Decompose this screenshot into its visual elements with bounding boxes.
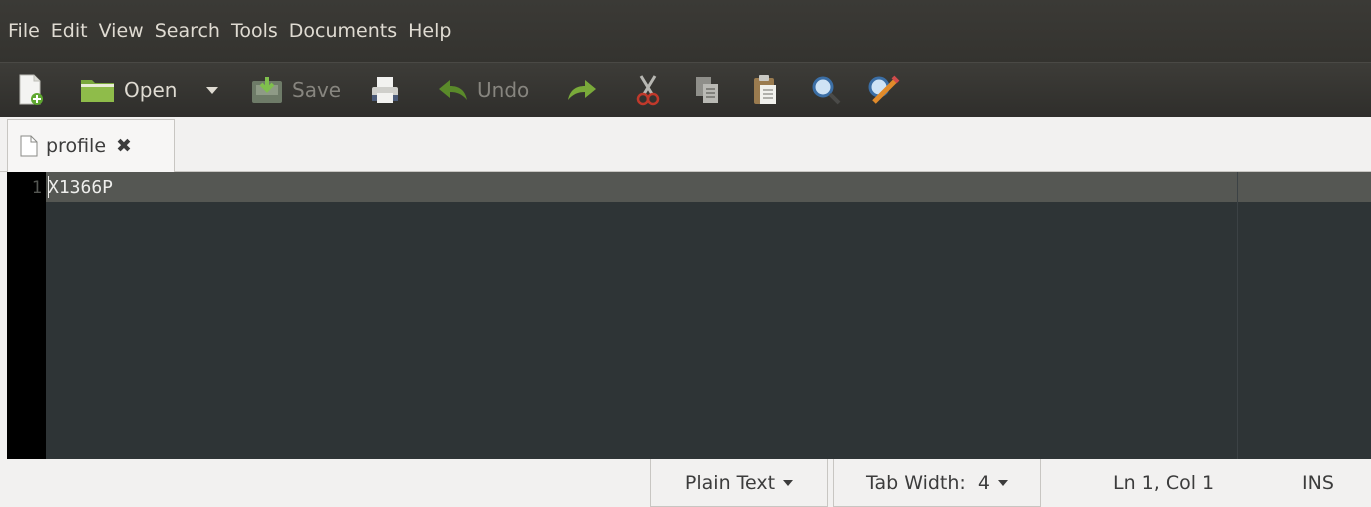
print-button[interactable]	[370, 63, 400, 117]
save-button[interactable]: Save	[250, 63, 341, 117]
undo-label: Undo	[477, 78, 530, 102]
menu-view[interactable]: View	[99, 0, 144, 62]
text-cursor	[48, 176, 49, 198]
new-button[interactable]	[18, 63, 44, 117]
tab-width-label: Tab Width: 4	[866, 471, 990, 494]
language-label: Plain Text	[684, 471, 776, 494]
current-line-highlight	[46, 172, 1371, 202]
menu-help[interactable]: Help	[408, 0, 451, 62]
right-margin-line	[1237, 172, 1238, 459]
tab-width-selector[interactable]: Tab Width: 4	[833, 459, 1041, 507]
scissors-icon	[636, 75, 660, 106]
tab-profile[interactable]: profile ✖	[7, 119, 175, 172]
status-bar: Plain Text Tab Width: 4 Ln 1, Col 1 INS	[0, 459, 1371, 507]
printer-icon	[372, 77, 398, 103]
line-number: 1	[31, 178, 42, 198]
text-editor[interactable]: 1 X1366P	[7, 172, 1371, 459]
close-icon[interactable]: ✖	[116, 135, 132, 157]
menu-search[interactable]: Search	[155, 0, 220, 62]
new-document-icon	[19, 74, 43, 105]
copy-icon	[696, 77, 718, 103]
language-selector[interactable]: Plain Text	[650, 459, 828, 507]
text-file-icon	[20, 135, 38, 157]
redo-icon	[568, 80, 596, 100]
save-icon	[252, 77, 282, 103]
open-recent-dropdown[interactable]	[206, 63, 218, 117]
copy-button[interactable]	[694, 63, 720, 117]
cut-button[interactable]	[635, 63, 661, 117]
folder-icon	[81, 80, 114, 102]
chevron-down-icon	[783, 479, 794, 486]
code-line: X1366P	[48, 177, 114, 198]
tab-label: profile	[46, 135, 107, 157]
magnifier-icon	[812, 76, 841, 105]
cursor-position: Ln 1, Col 1	[1113, 472, 1215, 494]
open-button[interactable]: Open	[80, 63, 177, 117]
find-button[interactable]	[810, 63, 842, 117]
paste-icon	[754, 75, 776, 104]
redo-button[interactable]	[566, 63, 598, 117]
paste-button[interactable]	[752, 63, 778, 117]
menu-edit[interactable]: Edit	[51, 0, 88, 62]
insert-mode-indicator: INS	[1302, 472, 1334, 494]
menu-bar: File Edit View Search Tools Documents He…	[0, 0, 1371, 62]
chevron-down-icon	[997, 479, 1008, 486]
find-replace-button[interactable]	[866, 63, 900, 117]
undo-button[interactable]: Undo	[437, 63, 529, 117]
menu-file[interactable]: File	[8, 0, 40, 62]
open-label: Open	[124, 78, 178, 102]
find-replace-icon	[868, 75, 900, 104]
save-label: Save	[292, 78, 342, 102]
undo-icon	[439, 80, 467, 100]
menu-documents[interactable]: Documents	[289, 0, 397, 62]
chevron-down-icon	[206, 86, 218, 94]
toolbar: Open Save Undo	[0, 62, 1371, 117]
menu-tools[interactable]: Tools	[231, 0, 278, 62]
line-number-gutter: 1	[7, 172, 46, 459]
document-tab-bar: profile ✖	[0, 117, 1371, 172]
